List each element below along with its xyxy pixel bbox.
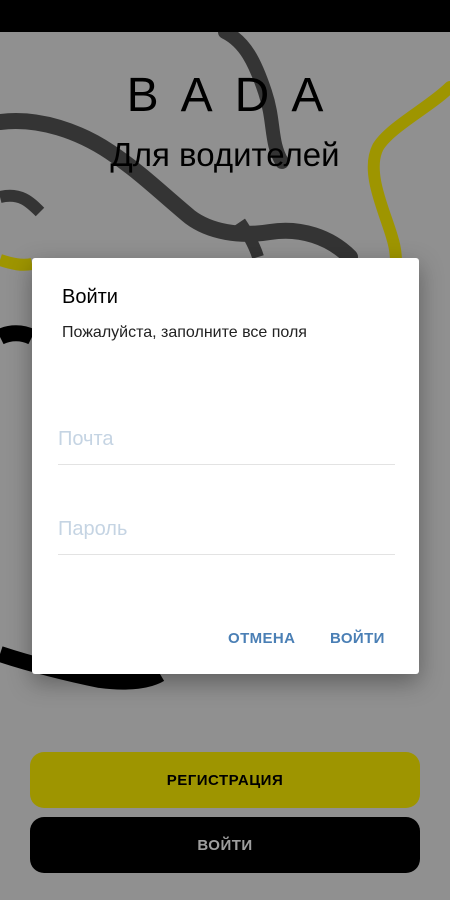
dialog-message: Пожалуйста, заполните все поля	[62, 324, 307, 341]
email-field[interactable]	[58, 414, 395, 465]
cancel-button[interactable]: ОТМЕНА	[224, 626, 299, 651]
confirm-login-button[interactable]: ВОЙТИ	[326, 626, 389, 651]
login-dialog: Войти Пожалуйста, заполните все поля ОТМ…	[32, 258, 419, 674]
dialog-title: Войти	[62, 286, 118, 308]
password-field[interactable]	[58, 504, 395, 555]
